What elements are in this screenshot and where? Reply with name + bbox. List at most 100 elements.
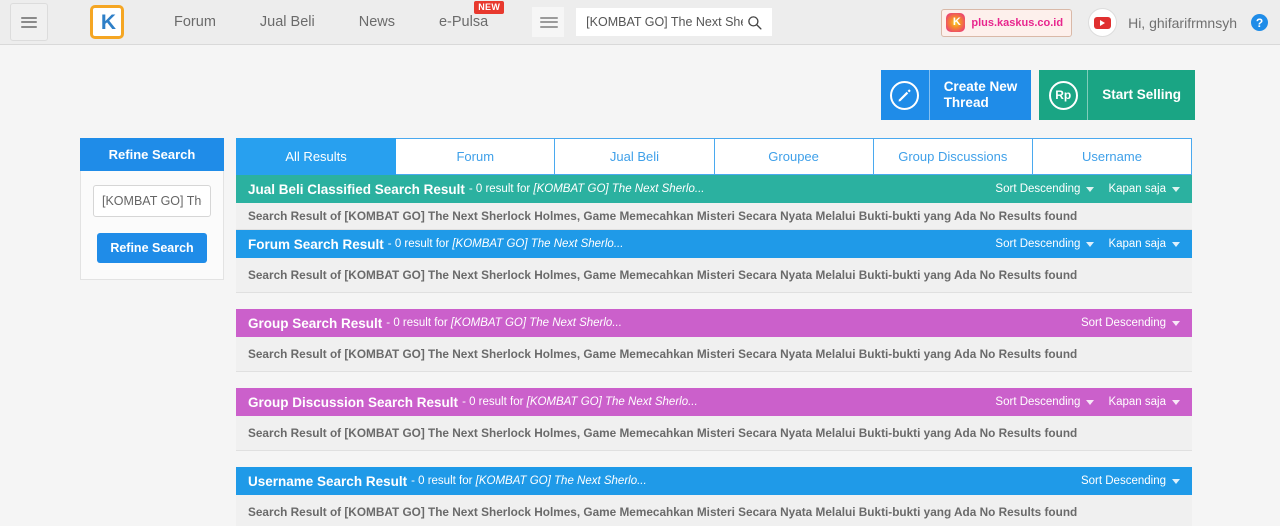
nav-link-news[interactable]: News [337,14,417,30]
page-content: Refine Search Refine Search All Results … [0,120,1280,526]
nav-link-label: e-Pulsa [438,14,489,30]
sort-label: Sort Descending [1080,317,1166,329]
refine-search-input[interactable] [93,185,211,217]
result-header: Group Discussion Search Result - 0 resul… [236,388,1192,416]
result-header: Jual Beli Classified Search Result - 0 r… [236,175,1192,203]
create-thread-icon-wrap [881,70,929,120]
result-title: Forum Search Result [248,236,384,252]
plus-icon-letter: K [952,16,961,28]
result-body-text: Search Result of [KOMBAT GO] The Next Sh… [236,416,1192,451]
secondary-menu-icon[interactable] [532,7,565,37]
search-box [576,8,773,36]
result-block-username: Username Search Result - 0 result for [K… [236,467,1192,526]
result-query: [KOMBAT GO] The Next Sherlo... [526,396,698,408]
nav-link-label: Jual Beli [259,14,315,30]
result-title: Jual Beli Classified Search Result [248,181,465,197]
start-selling-icon-wrap: Rp [1039,70,1087,120]
nav-link-label: News [358,14,395,30]
main-menu-icon[interactable] [10,3,48,41]
help-icon[interactable]: ? [1251,14,1268,31]
create-new-thread-button[interactable]: Create New Thread [880,70,1032,120]
result-block-group-discussion: Group Discussion Search Result - 0 resul… [236,388,1192,451]
tab-group-discussions[interactable]: Group Discussions [873,138,1033,175]
result-title: Group Search Result [248,315,383,331]
sort-dropdown[interactable]: Sort Descending [995,238,1095,250]
result-count-text: - 0 result for [468,183,534,195]
start-selling-button[interactable]: Rp Start Selling [1039,70,1195,120]
result-count-text: - 0 result for [411,475,476,487]
result-body-text: Search Result of [KOMBAT GO] The Next Sh… [236,495,1192,526]
avatar[interactable] [1088,8,1118,37]
tab-jual-beli[interactable]: Jual Beli [555,138,715,175]
result-query: [KOMBAT GO] The Next Sherlo... [533,183,705,195]
result-tabs: All Results Forum Jual Beli Groupee Grou… [236,138,1193,175]
time-filter-dropdown[interactable]: Kapan saja [1108,396,1180,408]
rupiah-icon: Rp [1048,80,1078,110]
top-navigation-bar: K Forum Jual Beli News e-Pulsa NEW [KOMB… [0,0,1280,45]
pencil-glyph [898,88,911,101]
nav-link-label: Forum [174,14,216,30]
result-count-text: - 0 result for [386,317,451,329]
sort-label: Sort Descending [995,238,1081,250]
pencil-icon [890,80,920,110]
result-controls: Sort Descending [1081,317,1180,329]
nav-link-forum[interactable]: Forum [152,14,238,30]
time-filter-label: Kapan saja [1108,183,1166,195]
header-right-area: K plus.kaskus.co.id Hi, ghifarifrmnsyh ? [941,0,1268,45]
result-block-forum: Forum Search Result - 0 result for [KOMB… [236,230,1192,293]
nav-link-jual-beli[interactable]: Jual Beli [238,14,337,30]
plus-badge-label: plus.kaskus.co.id [971,16,1064,29]
create-thread-label: Create New Thread [930,79,1032,110]
action-button-row: Create New Thread Rp Start Selling [0,45,1280,120]
result-body-text: Search Result of [KOMBAT GO] The Next Sh… [236,337,1192,372]
tab-username[interactable]: Username [1032,138,1193,175]
chevron-down-icon [1172,186,1180,192]
time-filter-label: Kapan saja [1108,396,1166,408]
chevron-down-icon [1172,399,1180,405]
chevron-down-icon [1086,241,1095,247]
result-subtitle: - 0 result for [KOMBAT GO] The Next Sher… [386,317,622,329]
primary-nav-links: Forum Jual Beli News e-Pulsa NEW [152,1,510,30]
plus-kaskus-badge[interactable]: K plus.kaskus.co.id [941,8,1073,37]
result-query: [KOMBAT GO] The Next Sherlo... [452,238,624,250]
result-query: [KOMBAT GO] The Next Sherlo... [450,317,622,329]
search-input[interactable] [584,14,746,30]
kaskus-logo[interactable]: K [90,5,124,39]
time-filter-label: Kapan saja [1108,238,1166,250]
nav-link-e-pulsa[interactable]: e-Pulsa NEW [417,1,510,30]
logo-letter: K [100,10,116,34]
tab-forum[interactable]: Forum [396,138,556,175]
hamburger-icon [540,14,559,30]
result-body-text: Search Result of [KOMBAT GO] The Next Sh… [236,258,1192,293]
sort-dropdown[interactable]: Sort Descending [1081,475,1180,487]
result-body-text: Search Result of [KOMBAT GO] The Next Sh… [236,203,1192,230]
start-selling-label: Start Selling [1102,87,1181,103]
sort-label: Sort Descending [995,183,1081,195]
chevron-down-icon [1172,320,1180,326]
sort-dropdown[interactable]: Sort Descending [995,183,1095,195]
user-greeting[interactable]: Hi, ghifarifrmnsyh [1128,15,1237,31]
tab-groupee[interactable]: Groupee [714,138,874,175]
time-filter-dropdown[interactable]: Kapan saja [1108,183,1180,195]
chevron-down-icon [1086,399,1095,405]
refine-search-sidebar: Refine Search Refine Search [80,138,224,526]
youtube-icon [1094,16,1112,29]
new-badge: NEW [474,1,505,14]
result-controls: Sort Descending Kapan saja [995,238,1180,250]
tab-all-results[interactable]: All Results [236,138,397,175]
result-count-text: - 0 result for [462,396,527,408]
result-title: Username Search Result [248,473,408,489]
refine-search-button[interactable]: Refine Search [97,233,207,263]
result-block-group: Group Search Result - 0 result for [KOMB… [236,309,1192,372]
sort-label: Sort Descending [995,396,1081,408]
result-header: Username Search Result - 0 result for [K… [236,467,1192,495]
time-filter-dropdown[interactable]: Kapan saja [1108,238,1180,250]
result-header: Group Search Result - 0 result for [KOMB… [236,309,1192,337]
create-thread-label-line1: Create New [943,79,1018,95]
sort-dropdown[interactable]: Sort Descending [1081,317,1180,329]
result-subtitle: - 0 result for [KOMBAT GO] The Next Sher… [469,183,705,195]
sort-dropdown[interactable]: Sort Descending [995,396,1095,408]
chevron-down-icon [1172,478,1180,484]
search-button[interactable] [745,15,764,30]
chevron-down-icon [1086,186,1095,192]
